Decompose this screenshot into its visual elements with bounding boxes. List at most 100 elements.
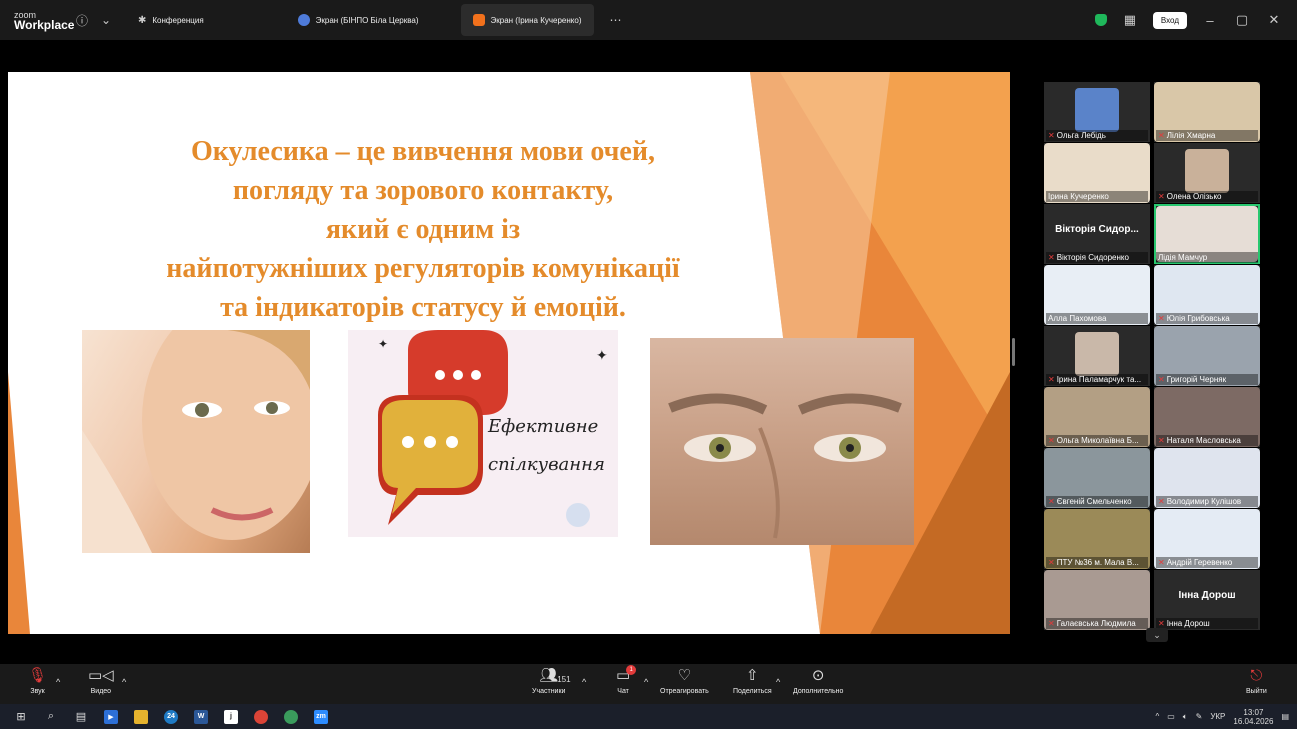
audio-button[interactable]: 🎙︎ Звук xyxy=(28,666,47,695)
info-icon[interactable]: ⓘ xyxy=(70,8,94,32)
participant-name: ✕ Вікторія Сидоренко xyxy=(1046,252,1148,263)
more-tabs-icon[interactable]: ⋯ xyxy=(604,8,628,32)
participant-tile[interactable]: ✕ Володимир Кулішов xyxy=(1154,448,1260,508)
share-label: Поделиться xyxy=(733,688,772,695)
audio-options-caret[interactable]: ^ xyxy=(56,672,60,692)
shared-screen-slide: Окулесика – це вивчення мови очей, погля… xyxy=(8,72,1010,634)
mic-muted-icon: ✕ xyxy=(1048,497,1055,506)
journal-app-icon[interactable]: j xyxy=(216,704,246,729)
participant-tile[interactable]: ✕ Ольга Лебідь xyxy=(1044,82,1150,142)
title-bar: zoom Workplace ⓘ ⌄ ✱ Конференция Экран (… xyxy=(0,0,1297,40)
participants-options-caret[interactable]: ^ xyxy=(582,672,586,692)
participant-name: ✕ Євгеній Смельченко xyxy=(1046,496,1148,507)
title-line: Окулесика – це вивчення мови очей, xyxy=(191,136,655,167)
tab-meeting[interactable]: ✱ Конференция xyxy=(126,4,216,36)
participant-tile[interactable]: ✕ Андрій Геревенко xyxy=(1154,509,1260,569)
more-icon: ⊙ xyxy=(811,667,825,684)
participant-name: ✕ Ірина Паламарчук та... xyxy=(1046,374,1148,385)
pen-icon[interactable]: ✎ xyxy=(1196,712,1203,721)
video-options-caret[interactable]: ^ xyxy=(122,672,126,692)
video-label: Видео xyxy=(90,688,112,695)
chat-button[interactable]: ▭ 1 Чат xyxy=(616,665,637,695)
react-button[interactable]: ♡ Отреагировать xyxy=(660,666,709,695)
bubble-text-1: Ефективне xyxy=(487,416,598,437)
windows-taskbar: ⊞ ⌕ ▤ ▶ 24 W j zm ^ ▭ 🔈︎ ✎ УКР 13:07 16.… xyxy=(0,704,1297,729)
zoom-logo: zoom Workplace xyxy=(0,10,74,31)
participant-name: ✕ Юлія Грибовська xyxy=(1156,313,1258,324)
share-button[interactable]: ⇧ Поделиться xyxy=(733,666,772,695)
participant-name: ✕ Галаєвська Людмила xyxy=(1046,618,1148,629)
participant-tile-speaking[interactable]: Лідія Мамчур xyxy=(1154,204,1260,264)
participant-tile[interactable]: ✕ Наталя Масловська xyxy=(1154,387,1260,447)
system-tray: ^ ▭ 🔈︎ ✎ УКР 13:07 16.04.2026 ▤ xyxy=(1155,704,1289,729)
clock[interactable]: 13:07 16.04.2026 xyxy=(1233,708,1273,726)
participant-tile[interactable]: ✕ ПТУ №36 м. Мала В... xyxy=(1044,509,1150,569)
chat-options-caret[interactable]: ^ xyxy=(644,672,648,692)
edge-icon[interactable]: 24 xyxy=(156,704,186,729)
more-label: Дополнительно xyxy=(793,688,844,695)
search-icon[interactable]: ⌕ xyxy=(36,704,66,729)
tab-screen-binpo[interactable]: Экран (БІНПО Біла Церква) xyxy=(286,4,431,36)
language-indicator[interactable]: УКР xyxy=(1210,712,1225,721)
clock-date: 16.04.2026 xyxy=(1233,716,1274,726)
participant-tile[interactable]: ✕ Юлія Грибовська xyxy=(1154,265,1260,325)
mic-muted-icon: ✕ xyxy=(1158,558,1165,567)
minimize-button[interactable]: – xyxy=(1201,13,1219,28)
layout-icon[interactable]: ▦ xyxy=(1121,12,1139,28)
zoom-taskbar-icon[interactable]: zm xyxy=(306,704,336,729)
network-icon[interactable]: ▭ xyxy=(1167,712,1175,721)
chat-badge: 1 xyxy=(626,665,637,675)
leave-icon: ⎋ xyxy=(1250,667,1263,684)
participant-tile[interactable]: Ірина Кучеренко xyxy=(1044,143,1150,203)
maximize-button[interactable]: ▢ xyxy=(1233,12,1251,28)
participant-video xyxy=(1075,88,1119,132)
participant-big-name: Вікторія Сидор... xyxy=(1055,224,1139,235)
task-view-icon[interactable]: ▤ xyxy=(66,704,96,729)
volume-icon[interactable]: 🔈︎ xyxy=(1183,712,1188,722)
close-button[interactable]: ✕ xyxy=(1265,12,1283,28)
participant-tile[interactable]: Алла Пахомова xyxy=(1044,265,1150,325)
file-explorer-icon[interactable] xyxy=(126,704,156,729)
mic-muted-icon: ✕ xyxy=(1048,436,1055,445)
chat-icon: ▭ 1 xyxy=(616,665,637,686)
participant-name: ✕ Андрій Геревенко xyxy=(1156,557,1258,568)
meeting-icon: ✱ xyxy=(138,14,147,26)
participant-video xyxy=(1185,149,1229,193)
tray-expand-icon[interactable]: ^ xyxy=(1155,712,1159,721)
chevron-down-icon[interactable]: ⌄ xyxy=(94,8,118,32)
share-options-caret[interactable]: ^ xyxy=(776,672,780,692)
share-screen-icon: ⇧ xyxy=(746,667,759,684)
accessibility-app-icon[interactable] xyxy=(276,704,306,729)
more-button[interactable]: ⊙ Дополнительно xyxy=(793,666,843,695)
media-player-icon[interactable]: ▶ xyxy=(96,704,126,729)
participant-tile[interactable]: ✕ Григорій Черняк xyxy=(1154,326,1260,386)
participant-tile[interactable]: ✕ Ольга Миколаївна Б... xyxy=(1044,387,1150,447)
participant-tile[interactable]: ✕ Лілія Хмарна xyxy=(1154,82,1260,142)
gallery-next-page-button[interactable]: ⌄ xyxy=(1146,628,1168,642)
panel-resize-handle[interactable] xyxy=(1012,338,1015,366)
participant-name: ✕ Лілія Хмарна xyxy=(1156,130,1258,141)
participants-button[interactable]: 👥︎ 151 Участники xyxy=(532,666,571,695)
participant-tile[interactable]: ✕ Євгеній Смельченко xyxy=(1044,448,1150,508)
tab-screen-kucherenko[interactable]: Экран (Ірина Кучеренко) xyxy=(460,4,594,36)
notification-icon[interactable]: ▤ xyxy=(1281,712,1289,721)
video-button[interactable]: ▭◁ Видео xyxy=(88,666,114,695)
participant-tile[interactable]: Інна Дорош ✕ Інна Дорош xyxy=(1154,570,1260,630)
participant-name: ✕ Інна Дорош xyxy=(1156,618,1258,629)
meeting-toolbar: 🎙︎ Звук ^ ▭◁ Видео ^ 👥︎ 151 Участники ^ ▭… xyxy=(0,664,1297,704)
windows-start-icon[interactable]: ⊞ xyxy=(6,704,36,729)
security-shield-icon[interactable] xyxy=(1094,14,1107,26)
participant-tile[interactable]: ✕ Галаєвська Людмила xyxy=(1044,570,1150,630)
participant-name: ✕ Наталя Масловська xyxy=(1156,435,1258,446)
word-icon[interactable]: W xyxy=(186,704,216,729)
participant-tile[interactable]: ✕ Ірина Паламарчук та... xyxy=(1044,326,1150,386)
chevron-up-icon: ^ xyxy=(582,677,587,687)
participant-big-name: Інна Дорош xyxy=(1178,590,1236,601)
chrome-icon[interactable] xyxy=(246,704,276,729)
login-button[interactable]: Вход xyxy=(1152,11,1187,29)
react-label: Отреагировать xyxy=(660,688,709,695)
participants-icon: 👥︎ 151 xyxy=(539,666,570,686)
leave-button[interactable]: ⎋ Выйти xyxy=(1246,666,1267,695)
participant-tile[interactable]: Вікторія Сидор... ✕ Вікторія Сидоренко xyxy=(1044,204,1150,264)
participant-tile[interactable]: ✕ Олена Олізько xyxy=(1154,143,1260,203)
